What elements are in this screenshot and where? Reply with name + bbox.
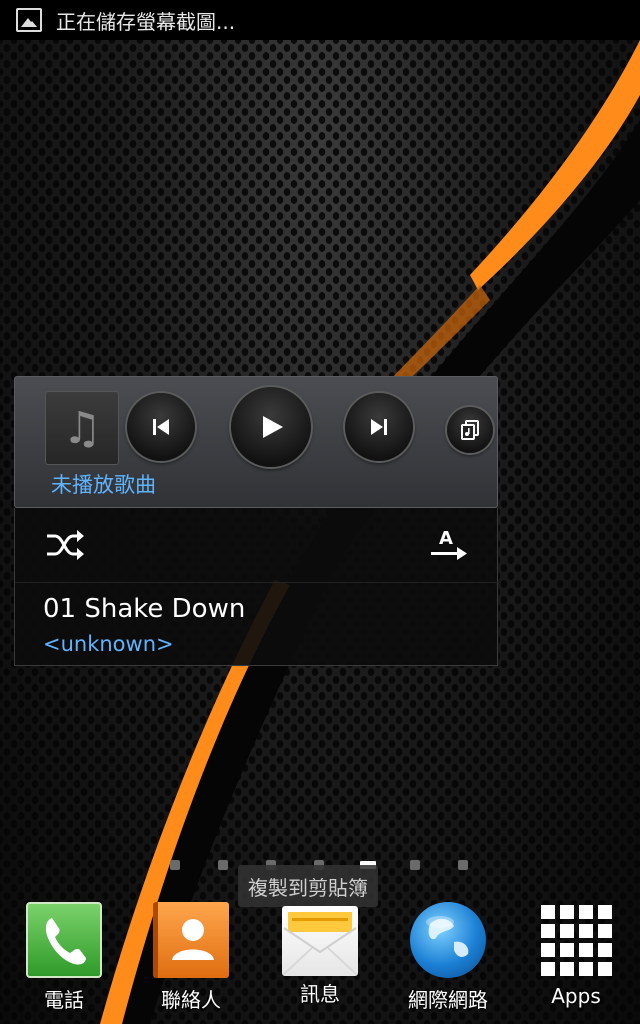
dock: 電話 聯絡人 訊息 網際網路 Apps <box>0 898 640 1024</box>
play-icon <box>263 416 283 438</box>
phone-icon <box>26 902 102 978</box>
browser-globe-icon <box>410 902 486 978</box>
image-icon <box>16 8 42 32</box>
page-dot[interactable] <box>170 860 180 870</box>
status-notification-text: 正在儲存螢幕截圖... <box>56 9 236 34</box>
sort-alpha-icon: A <box>431 528 467 560</box>
play-button[interactable] <box>231 387 311 467</box>
dock-item-apps[interactable]: Apps <box>521 902 631 1008</box>
page-dot[interactable] <box>218 860 228 870</box>
apps-grid-icon <box>538 902 614 978</box>
shuffle-button[interactable] <box>45 528 85 562</box>
dock-label: Apps <box>551 984 601 1008</box>
dock-label: 網際網路 <box>408 988 488 1012</box>
previous-track-button[interactable] <box>127 393 195 461</box>
contacts-icon <box>153 902 229 978</box>
now-playing-status: 未播放歌曲 <box>51 473 156 497</box>
music-widget-info-panel: A 01 Shake Down <unknown> <box>14 508 499 666</box>
album-art-icon[interactable]: ♫ <box>45 391 119 465</box>
dock-label: 訊息 <box>300 982 340 1006</box>
dock-item-contacts[interactable]: 聯絡人 <box>136 902 246 1013</box>
dock-label: 電話 <box>44 988 84 1012</box>
sort-button[interactable]: A <box>429 526 469 564</box>
dock-label: 聯絡人 <box>161 988 221 1012</box>
messages-icon <box>282 906 358 976</box>
dock-item-phone[interactable]: 電話 <box>9 902 119 1013</box>
music-widget-controls-panel: ♫ 未播放歌曲 <box>14 376 498 508</box>
page-dot[interactable] <box>410 860 420 870</box>
playlist-button[interactable] <box>447 407 493 453</box>
playlist-icon <box>461 420 479 440</box>
dock-item-messages[interactable]: 訊息 <box>265 902 375 1007</box>
dock-item-browser[interactable]: 網際網路 <box>393 902 503 1013</box>
song-artist: <unknown> <box>43 632 174 656</box>
page-dot[interactable] <box>458 860 468 870</box>
next-track-button[interactable] <box>345 393 413 461</box>
shuffle-icon <box>47 530 84 560</box>
divider <box>15 582 499 583</box>
prev-icon <box>153 419 169 435</box>
status-bar: 正在儲存螢幕截圖... <box>0 0 640 40</box>
next-icon <box>371 419 387 435</box>
music-widget: ♫ 未播放歌曲 A 01 Shake Down <unknown> <box>14 376 499 666</box>
song-title: 01 Shake Down <box>43 594 246 624</box>
svg-text:A: A <box>439 528 453 549</box>
